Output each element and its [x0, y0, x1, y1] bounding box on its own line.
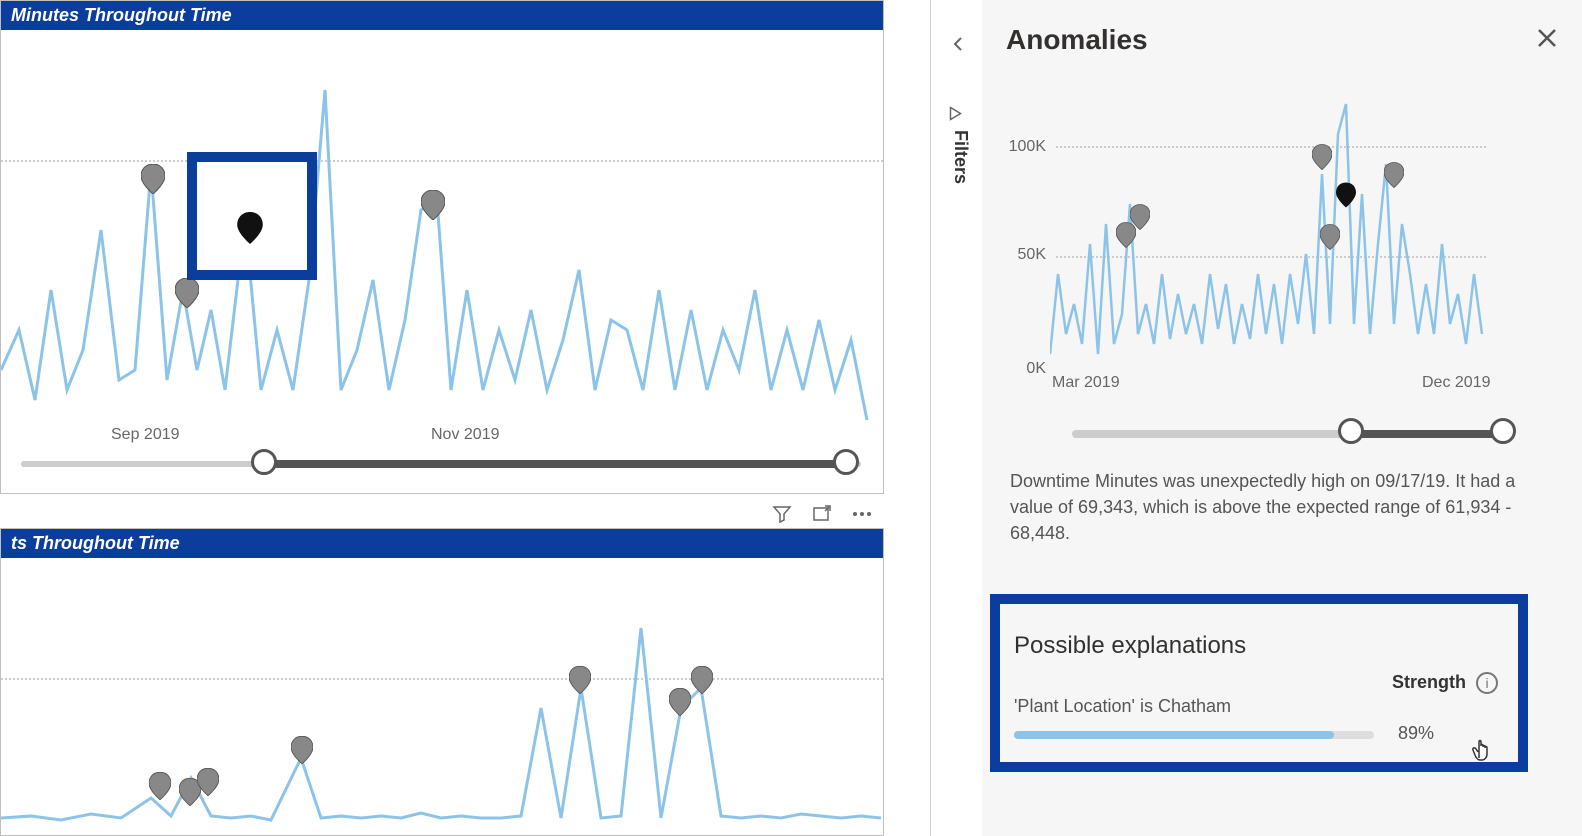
y-tick-label: 100K: [1002, 138, 1046, 156]
chevron-left-icon[interactable]: [950, 36, 966, 57]
panel-title: Anomalies: [1006, 24, 1148, 56]
explanation-item[interactable]: 'Plant Location' is Chatham: [1014, 696, 1504, 717]
close-icon[interactable]: [1536, 24, 1558, 56]
anomaly-marker-selected[interactable]: [237, 212, 259, 234]
anomaly-marker[interactable]: [1130, 204, 1152, 226]
line-chart-svg: [1, 30, 885, 450]
anomaly-marker[interactable]: [197, 768, 219, 790]
line-chart-svg: [1, 558, 885, 828]
focus-mode-icon[interactable]: [806, 500, 838, 528]
filter-icon[interactable]: [766, 500, 798, 528]
anomaly-marker[interactable]: [291, 736, 313, 758]
chart-title-bar: ts Throughout Time: [1, 529, 883, 558]
y-tick-label: 0K: [1002, 360, 1046, 378]
anomalies-panel: Anomalies 100K 50K 0K Mar 2019 Dec 2019: [982, 0, 1582, 836]
anomaly-marker[interactable]: [669, 688, 691, 710]
anomaly-marker-selected[interactable]: [1336, 182, 1358, 204]
x-tick-label: Mar 2019: [1052, 374, 1120, 392]
info-icon[interactable]: i: [1476, 672, 1498, 694]
anomaly-marker[interactable]: [691, 666, 713, 688]
cursor-pointer-icon: [1470, 732, 1496, 767]
anomaly-marker[interactable]: [175, 278, 197, 300]
strength-column-label: Strength: [1392, 672, 1466, 693]
slider-handle-end[interactable]: [1490, 418, 1516, 444]
anomaly-description: Downtime Minutes was unexpectedly high o…: [1010, 468, 1554, 546]
x-tick-label: Dec 2019: [1422, 374, 1491, 392]
anomaly-marker[interactable]: [1312, 144, 1334, 166]
explanations-heading: Possible explanations: [1014, 632, 1504, 660]
more-options-icon[interactable]: [846, 500, 878, 528]
chart-title: Minutes Throughout Time: [11, 5, 232, 25]
slider-handle-end[interactable]: [833, 449, 859, 475]
slider-handle-start[interactable]: [1338, 418, 1364, 444]
anomaly-marker[interactable]: [1320, 224, 1342, 246]
anomaly-marker[interactable]: [141, 164, 163, 186]
filter-triangle-icon: [950, 107, 969, 121]
anomaly-marker[interactable]: [149, 772, 171, 794]
x-tick-label: Nov 2019: [431, 426, 500, 444]
strength-percentage: 89%: [1398, 723, 1434, 744]
strength-bar: 89%: [1014, 731, 1374, 739]
slider-handle-start[interactable]: [251, 449, 277, 475]
anomaly-marker[interactable]: [569, 666, 591, 688]
possible-explanations-section: Possible explanations Strength i 'Plant …: [990, 614, 1528, 769]
anomaly-marker[interactable]: [421, 190, 443, 212]
y-tick-label: 50K: [1002, 246, 1046, 264]
strength-bar-fill: [1014, 731, 1334, 739]
chart-title: ts Throughout Time: [11, 533, 180, 553]
chart-secondary[interactable]: ts Throughout Time: [0, 528, 884, 836]
anomaly-marker[interactable]: [1384, 162, 1406, 184]
x-tick-label: Sep 2019: [111, 426, 180, 444]
filters-pane-collapsed[interactable]: Filters: [936, 0, 982, 836]
chart-downtime-minutes[interactable]: Minutes Throughout Time: [0, 0, 884, 494]
filters-label: Filters: [950, 130, 971, 184]
anomalies-mini-chart[interactable]: 100K 50K 0K Mar 2019 Dec 2019: [1006, 74, 1558, 414]
time-range-slider[interactable]: [1, 449, 883, 479]
report-canvas: Minutes Throughout Time: [0, 0, 930, 836]
chart-title-bar: Minutes Throughout Time: [1, 1, 883, 30]
visual-toolbar: [766, 500, 878, 528]
mini-time-range-slider[interactable]: [1072, 420, 1538, 450]
vertical-divider: [930, 0, 931, 836]
